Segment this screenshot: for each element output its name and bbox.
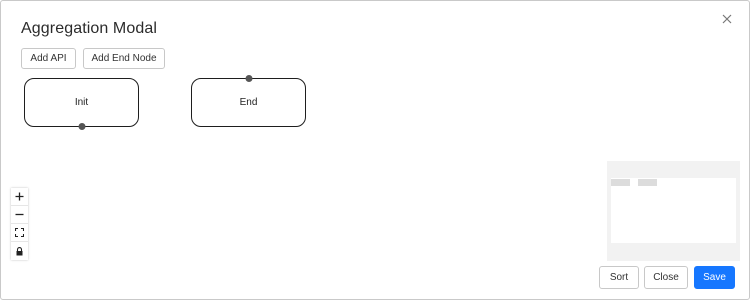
canvas-controls: [11, 188, 28, 260]
minimap-node-init: [611, 179, 630, 186]
end-node[interactable]: End: [191, 75, 306, 127]
lock-icon[interactable]: [11, 242, 28, 260]
source-handle[interactable]: [78, 123, 85, 130]
add-api-button[interactable]: Add API: [21, 48, 76, 69]
save-button[interactable]: Save: [694, 266, 735, 289]
close-button[interactable]: Close: [644, 266, 688, 289]
node-label: End: [239, 97, 258, 108]
fit-view-icon[interactable]: [11, 224, 28, 242]
close-icon[interactable]: [719, 11, 735, 27]
add-end-node-button[interactable]: Add End Node: [83, 48, 165, 69]
minimap-viewport: [611, 178, 736, 243]
zoom-out-icon[interactable]: [11, 206, 28, 224]
modal-title: Aggregation Modal: [21, 20, 158, 37]
node-label: Init: [74, 97, 89, 108]
minimap[interactable]: [607, 161, 740, 261]
init-node[interactable]: Init: [24, 78, 139, 130]
zoom-in-icon[interactable]: [11, 188, 28, 206]
aggregation-modal: Aggregation Modal Add API Add End Node I…: [0, 0, 750, 300]
minimap-node-end: [638, 179, 657, 186]
sort-button[interactable]: Sort: [599, 266, 639, 289]
target-handle[interactable]: [245, 75, 252, 82]
